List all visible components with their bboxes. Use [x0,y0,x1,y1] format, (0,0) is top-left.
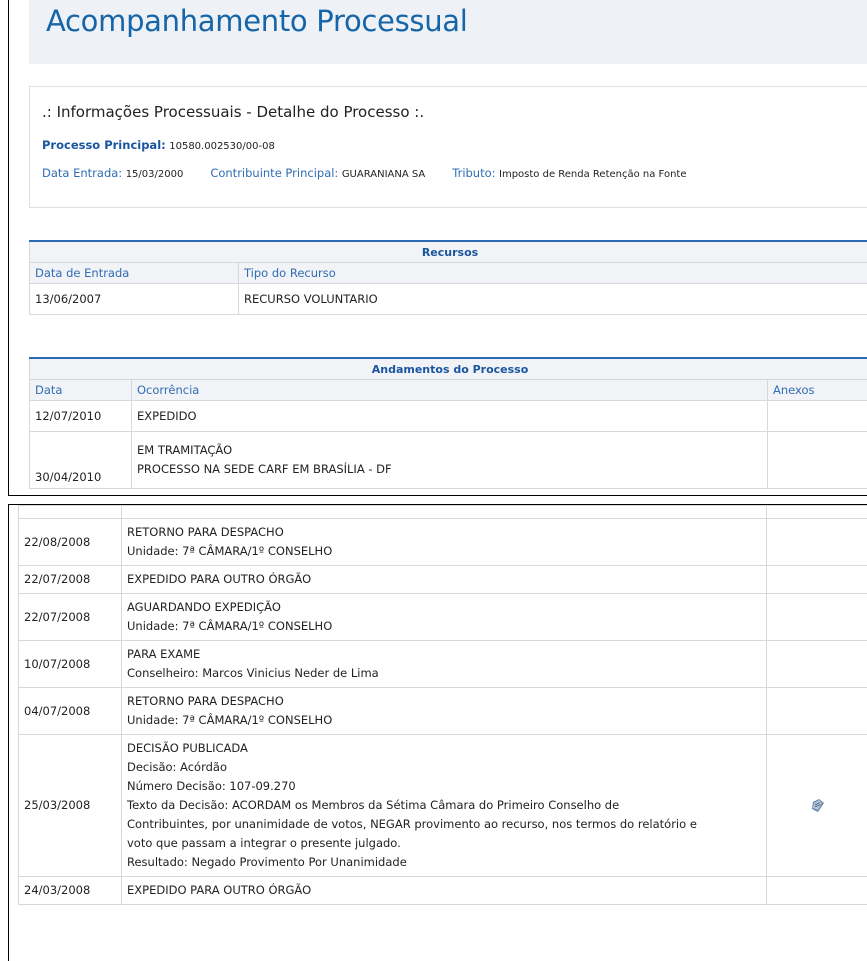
andamento-anexos [768,432,867,489]
table-row: 22/07/2008AGUARDANDO EXPEDIÇÃOUnidade: 7… [19,594,867,641]
table-row: 24/03/2008 EXPEDIDO PARA OUTRO ÓRGÃO [19,877,867,905]
andamento-ocorrencia: AGUARDANDO EXPEDIÇÃOUnidade: 7ª CÂMARA/1… [122,594,767,641]
processo-principal-value: 10580.002530/00-08 [169,141,275,152]
andamento-anexos [767,735,867,877]
table-row: 04/07/2008RETORNO PARA DESPACHOUnidade: … [19,688,867,735]
ocorrencia-line: RETORNO PARA DESPACHO [127,692,761,711]
andamento-anexos [767,877,867,905]
col-header-tipo-recurso: Tipo do Recurso [239,263,867,284]
andamento-ocorrencia: RETORNO PARA DESPACHOUnidade: 7ª CÂMARA/… [122,688,767,735]
table-row: 12/07/2010 EXPEDIDO [30,401,867,432]
andamento-ocorrencia: DECISÃO PUBLICADADecisão: AcórdãoNúmero … [122,735,767,877]
andamento-anexos [767,566,867,594]
col-header-ocorrencia: Ocorrência [132,380,768,401]
andamento-date: 12/07/2010 [30,401,132,432]
andamento-date: 04/07/2008 [19,688,122,735]
andamento-anexos [767,688,867,735]
process-info-box: .: Informações Processuais - Detalhe do … [29,86,867,208]
recurso-type: RECURSO VOLUNTARIO [239,284,867,315]
tributo-value: Imposto de Renda Retenção na Fonte [499,169,686,180]
table-row: 25/03/2008DECISÃO PUBLICADADecisão: Acór… [19,735,867,877]
data-entrada-value: 15/03/2000 [126,169,184,180]
andamento-ocorrencia: EXPEDIDO PARA OUTRO ÓRGÃO [122,566,767,594]
page-banner: Acompanhamento Processual [29,0,867,64]
andamento-ocorrencia: EM TRAMITAÇÃO PROCESSO NA SEDE CARF EM B… [132,432,768,489]
col-header-data: Data [30,380,132,401]
screen-bottom-section: 22/08/2008RETORNO PARA DESPACHOUnidade: … [8,504,867,961]
screen-top-section: Acompanhamento Processual .: Informações… [8,0,867,496]
col-header-anexos: Anexos [768,380,867,401]
ocorrencia-line: PROCESSO NA SEDE CARF EM BRASÍLIA - DF [137,460,762,479]
ocorrencia-line: Unidade: 7ª CÂMARA/1º CONSELHO [127,711,761,730]
ocorrencia-line: Unidade: 7ª CÂMARA/1º CONSELHO [127,617,761,636]
page-title: Acompanhamento Processual [46,4,468,38]
ocorrencia-line: Texto da Decisão: ACORDAM os Membros da … [127,796,761,815]
contribuinte-value: GUARANIANA SA [342,169,425,180]
andamento-date: 30/04/2010 [30,432,132,489]
ocorrencia-line: EXPEDIDO PARA OUTRO ÓRGÃO [127,570,761,589]
andamento-anexos [767,641,867,688]
andamento-date: 24/03/2008 [19,877,122,905]
info-heading: .: Informações Processuais - Detalhe do … [42,103,424,121]
andamento-date: 22/08/2008 [19,519,122,566]
andamento-date: 22/07/2008 [19,566,122,594]
processo-principal-label: Processo Principal: [42,138,166,152]
andamentos-caption: Andamentos do Processo [30,358,867,380]
ocorrencia-line: voto que passam a integrar o presente ju… [127,834,761,853]
andamento-date: 25/03/2008 [19,735,122,877]
andamento-date: 22/07/2008 [19,594,122,641]
ocorrencia-line: Unidade: 7ª CÂMARA/1º CONSELHO [127,542,761,561]
ocorrencia-line: Número Decisão: 107-09.270 [127,777,761,796]
recursos-caption: Recursos [30,241,867,263]
col-header-data-entrada: Data de Entrada [30,263,239,284]
contribuinte-label: Contribuinte Principal: [210,166,338,180]
data-entrada-label: Data Entrada: [42,166,122,180]
ocorrencia-line: EM TRAMITAÇÃO [137,441,762,460]
document-attachment-icon[interactable] [810,798,826,814]
processo-principal-line: Processo Principal: 10580.002530/00-08 [42,138,275,152]
andamento-anexos [767,519,867,566]
table-row: 22/07/2008 EXPEDIDO PARA OUTRO ÓRGÃO [19,566,867,594]
ocorrencia-line: AGUARDANDO EXPEDIÇÃO [127,598,761,617]
andamento-ocorrencia: RETORNO PARA DESPACHOUnidade: 7ª CÂMARA/… [122,519,767,566]
table-row: 13/06/2007 RECURSO VOLUNTARIO [30,284,867,315]
table-row: 10/07/2008PARA EXAMEConselheiro: Marcos … [19,641,867,688]
ocorrencia-line: PARA EXAME [127,645,761,664]
table-row: 22/08/2008RETORNO PARA DESPACHOUnidade: … [19,519,867,566]
andamentos-table: Andamentos do Processo Data Ocorrência A… [29,357,867,489]
ocorrencia-line: Conselheiro: Marcos Vinicius Neder de Li… [127,664,761,683]
andamento-anexos [768,401,867,432]
process-details-line: Data Entrada: 15/03/2000 Contribuinte Pr… [42,166,686,180]
andamento-ocorrencia: EXPEDIDO [132,401,768,432]
andamentos-table-continued: 22/08/2008RETORNO PARA DESPACHOUnidade: … [18,505,867,905]
ocorrencia-line: Decisão: Acórdão [127,758,761,777]
andamento-ocorrencia: EXPEDIDO PARA OUTRO ÓRGÃO [122,877,767,905]
tributo-label: Tributo: [452,166,495,180]
andamento-anexos [767,594,867,641]
ocorrencia-line: EXPEDIDO PARA OUTRO ÓRGÃO [127,881,761,900]
ocorrencia-line: DECISÃO PUBLICADA [127,739,761,758]
ocorrencia-line: Resultado: Negado Provimento Por Unanimi… [127,853,761,872]
ocorrencia-line: Contribuintes, por unanimidade de votos,… [127,815,761,834]
table-row: 30/04/2010 EM TRAMITAÇÃO PROCESSO NA SED… [30,432,867,489]
ocorrencia-line: RETORNO PARA DESPACHO [127,523,761,542]
andamento-date: 10/07/2008 [19,641,122,688]
recurso-date: 13/06/2007 [30,284,239,315]
recursos-table: Recursos Data de Entrada Tipo do Recurso… [29,240,867,315]
andamento-ocorrencia: PARA EXAMEConselheiro: Marcos Vinicius N… [122,641,767,688]
